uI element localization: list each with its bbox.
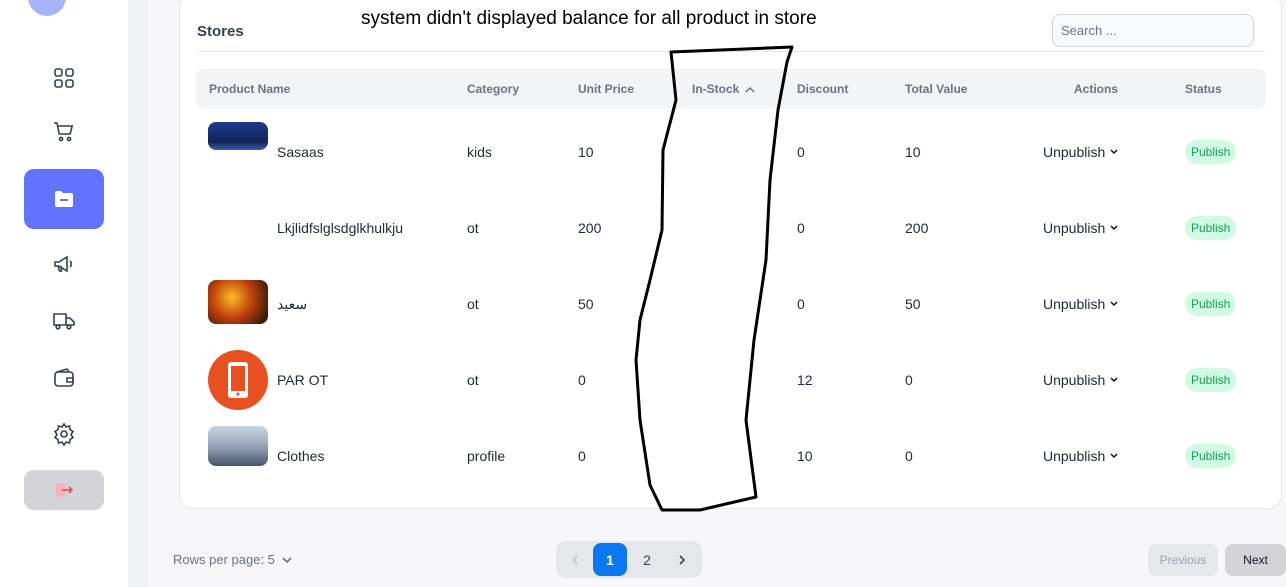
- chevron-left-icon: [571, 554, 578, 565]
- page-2-button[interactable]: 2: [630, 543, 664, 576]
- chevron-right-icon: [679, 554, 686, 565]
- page-1-button[interactable]: 1: [593, 543, 627, 576]
- prev-page-button[interactable]: [558, 543, 592, 576]
- rows-per-page-label: Rows per page: 5: [173, 552, 275, 567]
- next-button[interactable]: Next: [1225, 544, 1286, 576]
- annotation-outline: [634, 45, 794, 512]
- previous-button[interactable]: Previous: [1148, 544, 1218, 576]
- next-page-button[interactable]: [665, 543, 699, 576]
- pagination: 1 2: [556, 541, 702, 578]
- rows-per-page[interactable]: Rows per page: 5: [173, 552, 293, 567]
- chevron-down-icon: [282, 556, 292, 563]
